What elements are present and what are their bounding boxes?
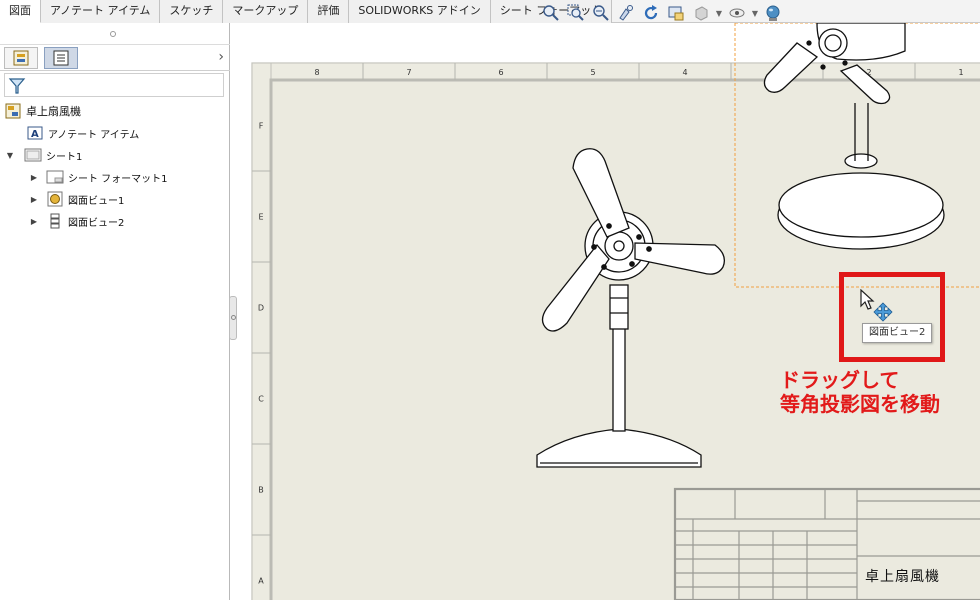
chevron-right-icon[interactable]: › bbox=[218, 49, 224, 65]
tree-root[interactable]: 卓上扇風機 bbox=[4, 101, 81, 121]
expand-triangle-icon[interactable]: ▶ bbox=[28, 217, 40, 226]
tab-annotation[interactable]: アノテート アイテム bbox=[41, 0, 161, 23]
tree-item-sheet1[interactable]: ▼ シート1 bbox=[4, 145, 82, 165]
tree-item-sheet-format[interactable]: ▶ シート フォーマット1 bbox=[28, 167, 168, 187]
zone-label-top: 7 bbox=[406, 68, 411, 77]
sheet-icon bbox=[24, 146, 42, 164]
annotation-icon: A bbox=[26, 124, 44, 142]
tree-item-drawing-view1[interactable]: ▶ 図面ビュー1 bbox=[28, 189, 124, 209]
zone-label-left: D bbox=[258, 304, 264, 313]
tree-item-drawing-view2[interactable]: ▶ 図面ビュー2 bbox=[28, 211, 124, 231]
zone-label-top: 5 bbox=[590, 68, 595, 77]
zone-label-top: 8 bbox=[314, 68, 319, 77]
property-manager-tab-icon[interactable] bbox=[44, 47, 78, 69]
collapse-triangle-icon[interactable]: ▼ bbox=[4, 151, 16, 160]
zone-label-top: 4 bbox=[682, 68, 687, 77]
drawing-view-icon bbox=[46, 212, 64, 230]
zone-label-left: E bbox=[258, 213, 263, 222]
view-tooltip: 図面ビュー2 bbox=[862, 323, 933, 343]
tab-drawing[interactable]: 図面 bbox=[0, 0, 41, 23]
appearance-icon[interactable] bbox=[762, 3, 784, 23]
tree-item-annotations[interactable]: A アノテート アイテム bbox=[26, 123, 139, 143]
feature-manager-tab-icon[interactable] bbox=[4, 47, 38, 69]
heads-up-view-toolbar: ▼ ▼ bbox=[540, 2, 784, 24]
tab-addins[interactable]: SOLIDWORKS アドイン bbox=[349, 0, 491, 23]
svg-text:A: A bbox=[31, 129, 39, 140]
panel-splitter[interactable] bbox=[229, 296, 237, 340]
chevron-down-icon[interactable]: ▼ bbox=[715, 3, 723, 23]
feature-manager-panel: › 卓上扇風機 A アノテート アイテム ▼ シート1 ▶ シート フォーマット… bbox=[0, 23, 230, 600]
zone-label-left: A bbox=[258, 577, 264, 586]
drawing-document-icon bbox=[4, 102, 22, 120]
hide-show-icon[interactable] bbox=[726, 3, 748, 23]
grip-dot-icon bbox=[231, 315, 236, 320]
zoom-to-fit-icon[interactable] bbox=[540, 3, 562, 23]
grip-dot-icon bbox=[110, 31, 116, 37]
tab-markup[interactable]: マークアップ bbox=[223, 0, 309, 23]
sheet-format-icon bbox=[46, 168, 64, 186]
redraw-icon[interactable] bbox=[640, 3, 662, 23]
zoom-to-area-icon[interactable] bbox=[565, 3, 587, 23]
view-settings-icon[interactable] bbox=[665, 3, 687, 23]
move-cursor-icon bbox=[873, 302, 893, 322]
zone-label-left: F bbox=[259, 122, 264, 131]
command-manager: 図面 アノテート アイテム スケッチ マークアップ 評価 SOLIDWORKS … bbox=[0, 0, 980, 23]
tab-sketch[interactable]: スケッチ bbox=[160, 0, 224, 23]
expand-triangle-icon[interactable]: ▶ bbox=[28, 173, 40, 182]
filter-icon bbox=[8, 78, 26, 94]
instruction-annotation: ドラッグして 等角投影図を移動 bbox=[780, 368, 940, 416]
panel-tabs: › bbox=[0, 45, 230, 71]
chevron-down-icon[interactable]: ▼ bbox=[751, 3, 759, 23]
pan-icon[interactable] bbox=[615, 3, 637, 23]
title-block-drawing-name: 卓上扇風機 bbox=[865, 569, 940, 585]
zone-label-left: C bbox=[258, 395, 264, 404]
display-style-icon[interactable] bbox=[690, 3, 712, 23]
zone-label-top: 6 bbox=[498, 68, 503, 77]
tree-filter-input[interactable] bbox=[4, 73, 224, 97]
zoom-in-out-icon[interactable] bbox=[590, 3, 612, 23]
zone-label-left: B bbox=[258, 486, 264, 495]
panel-grip[interactable] bbox=[0, 23, 230, 45]
command-tabs: 図面 アノテート アイテム スケッチ マークアップ 評価 SOLIDWORKS … bbox=[0, 0, 613, 23]
tab-evaluate[interactable]: 評価 bbox=[308, 0, 350, 23]
expand-triangle-icon[interactable]: ▶ bbox=[28, 195, 40, 204]
drawing-view-icon bbox=[46, 190, 64, 208]
zone-label-top: 1 bbox=[958, 68, 963, 77]
